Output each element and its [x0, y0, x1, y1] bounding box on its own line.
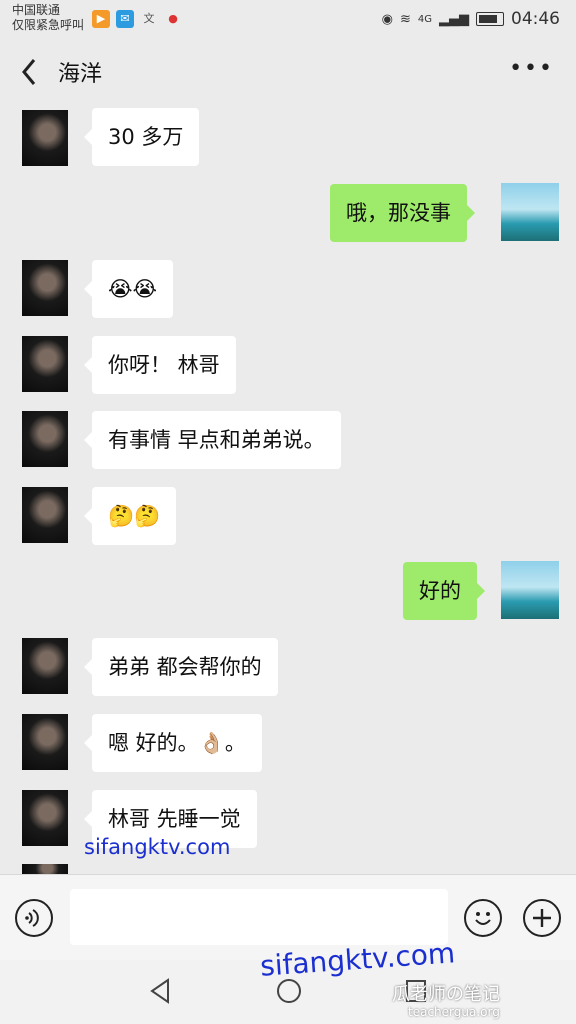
wifi-icon: ≋	[399, 11, 411, 27]
message-input[interactable]	[70, 889, 448, 945]
brand-url-watermark: teachergua.org	[408, 1005, 500, 1019]
contact-avatar[interactable]	[22, 487, 68, 543]
chat-header: 海洋 •••	[0, 46, 576, 100]
my-avatar[interactable]	[501, 561, 559, 619]
brand-watermark: 瓜老师の笔记	[392, 984, 500, 1005]
text-app-icon: 文	[143, 12, 155, 25]
voice-icon[interactable]	[15, 899, 53, 937]
contact-avatar[interactable]	[22, 411, 68, 467]
system-icons: ◉ ≋ 4G ▂▄▆ 04:46	[382, 9, 560, 29]
message-bubble: 弟弟 都会帮你的	[84, 638, 278, 696]
notification-icons: ▶ ✉ 文 ●	[92, 10, 182, 28]
contact-avatar[interactable]	[22, 790, 68, 846]
my-avatar[interactable]	[501, 183, 559, 241]
carrier-status: 仅限紧急呼叫	[12, 18, 85, 32]
more-options-icon[interactable]: •••	[509, 56, 554, 81]
signal-icon: ▂▄▆	[439, 11, 469, 27]
carrier-info: 中国联通 仅限紧急呼叫	[12, 3, 84, 33]
message-bubble: 好的	[403, 562, 485, 620]
carrier-name: 中国联通	[12, 3, 61, 17]
eye-icon: ◉	[381, 11, 393, 27]
nav-back-icon[interactable]	[146, 976, 174, 1006]
message-bubble: 哦，那没事	[330, 184, 475, 242]
plus-icon[interactable]	[523, 899, 561, 937]
message-bubble: 😭😭	[83, 260, 174, 318]
contact-avatar[interactable]	[22, 110, 68, 166]
contact-avatar[interactable]	[22, 714, 68, 770]
contact-avatar[interactable]	[22, 638, 68, 694]
contact-avatar[interactable]	[22, 336, 68, 392]
signal-type: 4G	[417, 13, 432, 25]
status-bar: 中国联通 仅限紧急呼叫 ▶ ✉ 文 ● ◉ ≋ 4G ▂▄▆ 04:46	[0, 0, 576, 40]
messenger-app-icon: ✉	[116, 10, 134, 28]
emoji-icon[interactable]	[464, 899, 502, 937]
message-bubble: 30 多万	[83, 108, 200, 166]
clock: 04:46	[511, 9, 560, 29]
location-app-icon: ●	[168, 12, 178, 25]
watermark-text: sifangktv.com	[84, 835, 231, 859]
message-bubble: 你呀！ 林哥	[84, 336, 236, 394]
contact-avatar[interactable]	[22, 864, 68, 874]
back-arrow-icon[interactable]	[16, 54, 44, 90]
video-app-icon: ▶	[92, 10, 110, 28]
battery-icon	[476, 12, 504, 26]
message-bubble: 🤔🤔	[83, 487, 177, 545]
message-bubble: 嗯 好的。👌🏼。	[84, 714, 262, 772]
chat-title: 海洋	[58, 62, 103, 87]
contact-avatar[interactable]	[22, 260, 68, 316]
message-bubble: 有事情 早点和弟弟说。	[84, 411, 341, 469]
